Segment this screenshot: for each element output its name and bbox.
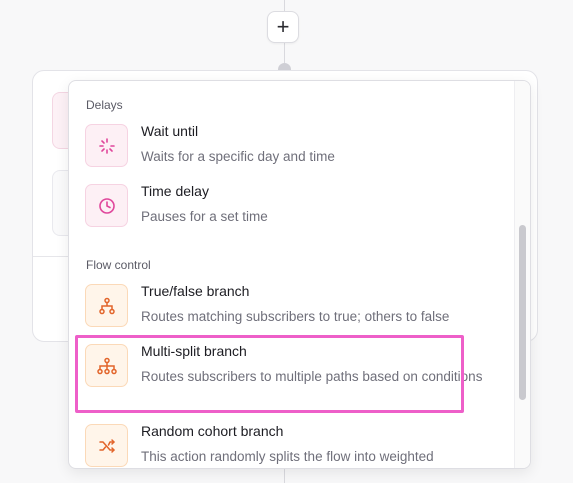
menu-item-title: Wait until [141,123,199,139]
menu-item-description: This action randomly splits the flow int… [141,449,434,464]
section-title-delays: Delays [86,98,123,112]
menu-item-title: Time delay [141,183,209,199]
add-step-button[interactable]: + [267,11,299,43]
background-card-divider [33,256,73,257]
menu-item-true-false-branch[interactable]: True/false branch Routes matching subscr… [69,283,515,340]
menu-scrollbar[interactable] [514,81,530,468]
section-title-flow-control: Flow control [86,258,151,272]
menu-item-title: Random cohort branch [141,423,284,439]
branch-icon [85,284,128,327]
loader-icon [85,124,128,167]
shuffle-icon [85,424,128,467]
menu-item-random-cohort-branch[interactable]: Random cohort branch This action randoml… [69,423,515,468]
selection-highlight [75,335,464,413]
menu-item-description: Waits for a specific day and time [141,149,335,164]
menu-item-description: Pauses for a set time [141,209,268,224]
menu-item-description: Routes matching subscribers to true; oth… [141,309,450,324]
clock-icon [85,184,128,227]
menu-item-time-delay[interactable]: Time delay Pauses for a set time [69,183,515,240]
menu-item-title: True/false branch [141,283,250,299]
menu-item-wait-until[interactable]: Wait until Waits for a specific day and … [69,123,515,180]
menu-scrollbar-thumb[interactable] [519,225,526,400]
